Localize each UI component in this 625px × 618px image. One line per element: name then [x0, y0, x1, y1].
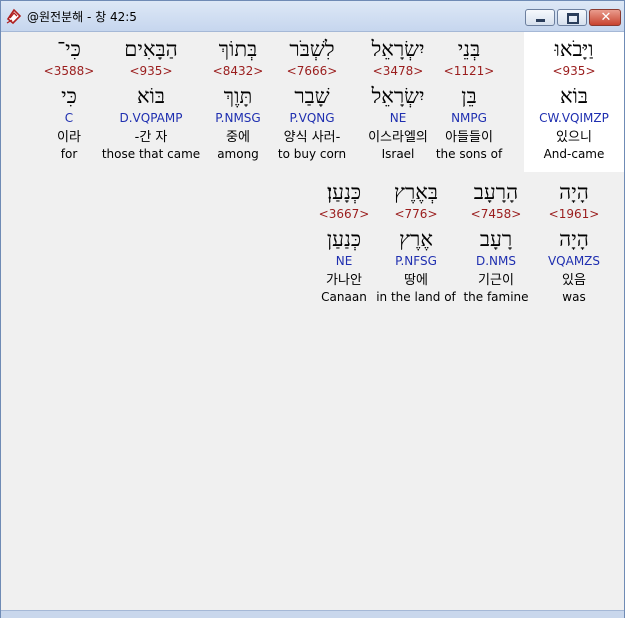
lemma-word: תָּוֶךְ: [223, 84, 253, 108]
app-window: @원전분해 - 창 42:5 ✕ וַיָּבֹאוּ <935> בּוֹא …: [0, 0, 625, 618]
parsing-code: NE: [335, 254, 353, 268]
parsing-code: C: [64, 111, 74, 125]
english-gloss: Canaan: [321, 290, 367, 304]
hebrew-word: כִּי־: [57, 37, 81, 61]
interlinear-panel: וַיָּבֹאוּ <935> בּוֹא CW.VQIMZP 있으니 And…: [7, 32, 624, 610]
lemma-word: יִשְׂרָאֵל: [371, 84, 425, 108]
word-column-3[interactable]: יִשְׂרָאֵל <3478> יִשְׂרָאֵל NE 이스라엘의 Is…: [348, 32, 448, 162]
english-gloss: Israel: [381, 147, 415, 161]
korean-gloss: 이스라엘의: [368, 130, 428, 145]
lemma-word: כְּנַעַן: [326, 227, 362, 251]
korean-gloss: 가나안: [326, 273, 362, 288]
window-title: @원전분해 - 창 42:5: [27, 10, 137, 24]
minimize-button[interactable]: [525, 9, 555, 26]
maximize-icon: [567, 13, 579, 24]
title-bar[interactable]: @원전분해 - 창 42:5 ✕: [1, 1, 624, 32]
app-logo-icon: [5, 7, 23, 25]
parsing-code: CW.VQIMZP: [539, 111, 609, 125]
lemma-word: כִּי: [61, 84, 77, 108]
close-icon: ✕: [600, 10, 612, 25]
word-column-5[interactable]: בְּתוֹךְ <8432> תָּוֶךְ P.NMSG 중에 among: [188, 32, 288, 162]
strong-number[interactable]: <3478>: [348, 64, 448, 79]
window-bottom-border: [1, 610, 624, 618]
korean-gloss: 중에: [226, 130, 250, 145]
hebrew-word: וַיָּבֹאוּ: [554, 37, 594, 61]
korean-gloss: 있으니: [556, 130, 592, 145]
strong-number[interactable]: <935>: [524, 64, 624, 79]
word-column-11[interactable]: כְּנָעַן׃ <3667> כְּנַעַן NE 가나안 Canaan: [294, 175, 394, 305]
strong-number[interactable]: <3667>: [294, 207, 394, 222]
english-gloss: And-came: [543, 147, 605, 161]
hebrew-word: כְּנָעַן׃: [326, 180, 362, 204]
parsing-code: NE: [389, 111, 407, 125]
korean-gloss: 이라: [57, 130, 81, 145]
strong-number[interactable]: <3588>: [19, 64, 119, 79]
minimize-icon: [536, 19, 545, 22]
parsing-code: P.NMSG: [215, 111, 261, 125]
maximize-button[interactable]: [557, 9, 587, 26]
strong-number[interactable]: <8432>: [188, 64, 288, 79]
english-gloss: for: [60, 147, 78, 161]
lemma-word: בּוֹא: [559, 84, 589, 108]
word-column-1[interactable]: וַיָּבֹאוּ <935> בּוֹא CW.VQIMZP 있으니 And…: [524, 32, 624, 172]
word-column-7[interactable]: כִּי־ <3588> כִּי C 이라 for: [19, 32, 119, 162]
english-gloss: among: [217, 147, 259, 161]
hebrew-word: בְּתוֹךְ: [218, 37, 258, 61]
hebrew-word: יִשְׂרָאֵל: [371, 37, 425, 61]
close-button[interactable]: ✕: [589, 9, 621, 26]
